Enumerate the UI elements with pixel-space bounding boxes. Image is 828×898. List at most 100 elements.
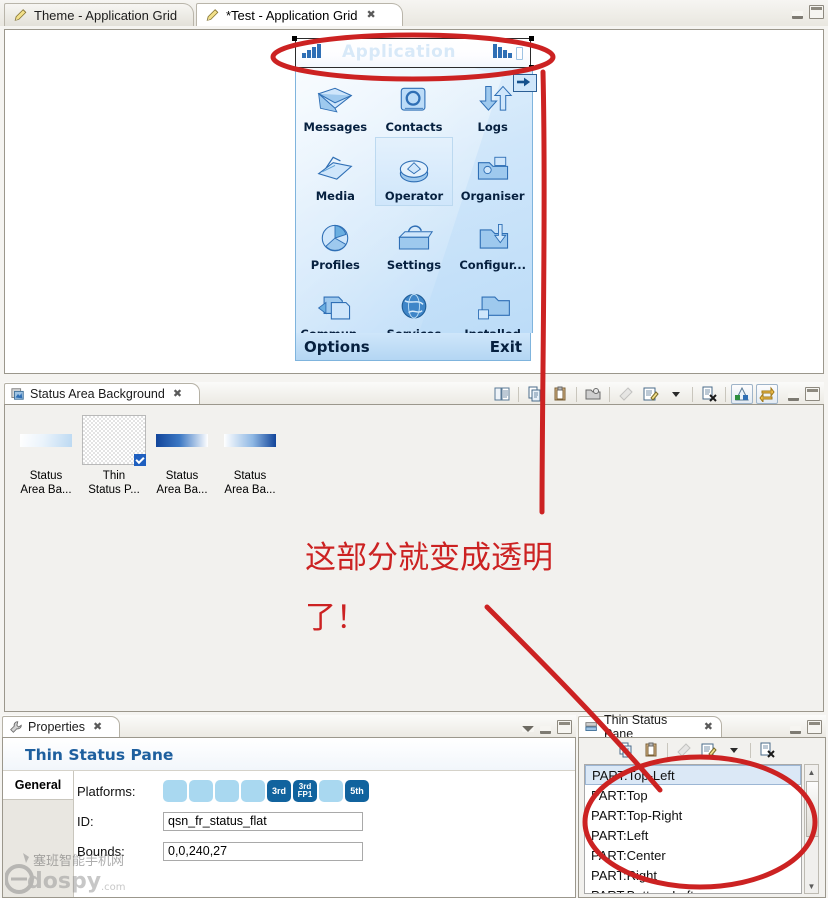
id-field[interactable]: qsn_fr_status_flat (163, 811, 363, 831)
copy-icon[interactable] (524, 384, 546, 404)
close-icon[interactable]: ✖ (93, 721, 102, 733)
properties-tab-row: Properties ✖ (2, 715, 576, 737)
vertical-scrollbar[interactable]: ▲ ▼ (804, 764, 819, 894)
grid-item-communication[interactable]: Commun... (296, 275, 375, 333)
paste-icon[interactable] (549, 384, 571, 404)
platform-badge-3rd[interactable]: 3rd (267, 780, 291, 802)
view-menu-button[interactable] (522, 725, 534, 732)
grid-cells: Messages Contacts Logs Media Operator Or… (296, 68, 532, 333)
platform-badge-5th[interactable]: 5th (345, 780, 369, 802)
editor-tab-theme[interactable]: Theme - Application Grid (4, 3, 194, 26)
platform-badge[interactable] (241, 780, 265, 802)
list-item[interactable]: PART:Top-Right (585, 805, 801, 825)
image-stack-icon (11, 388, 24, 400)
grid-item-contacts[interactable]: Contacts (375, 68, 454, 137)
checkbox-checked-icon[interactable] (134, 454, 146, 466)
platform-badge[interactable] (215, 780, 239, 802)
thumbnail-label: Thin Status P... (88, 470, 140, 497)
battery-icon (516, 47, 523, 60)
thumbnail-item[interactable]: Status Area Ba... (217, 415, 283, 498)
grid-item-installed[interactable]: Installed (453, 275, 532, 333)
scroll-down-icon[interactable]: ▼ (805, 879, 818, 893)
copy-icon[interactable] (615, 740, 637, 760)
paste-icon[interactable] (640, 740, 662, 760)
maximize-button[interactable] (805, 386, 820, 401)
dropdown-arrow-icon[interactable] (665, 384, 687, 404)
parts-list[interactable]: PART:Top-Left PART:Top PART:Top-Right PA… (584, 764, 802, 894)
platform-badge[interactable] (189, 780, 213, 802)
close-icon[interactable]: ✖ (367, 9, 376, 21)
grid-item-messages[interactable]: Messages (296, 68, 375, 137)
selection-handle-tr[interactable] (529, 36, 534, 41)
remove-image-icon[interactable] (698, 384, 720, 404)
close-icon[interactable]: ✖ (704, 721, 713, 733)
list-item[interactable]: PART:Center (585, 845, 801, 865)
scroll-indicator-badge (513, 74, 537, 92)
grid-item-organiser[interactable]: Organiser (453, 137, 532, 206)
list-view-icon[interactable] (491, 384, 513, 404)
toolbar-separator (609, 386, 610, 402)
tab-status-area-background[interactable]: Status Area Background ✖ (4, 383, 200, 404)
arrow-right-icon (517, 77, 531, 87)
color-tool-icon[interactable] (731, 384, 753, 404)
softkey-left-label[interactable]: Options (304, 338, 370, 356)
platform-badge[interactable] (163, 780, 187, 802)
svg-text:塞班智能手机网: 塞班智能手机网 (33, 853, 124, 869)
thin-status-pane-view: Thin Status Pane ✖ PART:Top-Left PART:To… (578, 713, 826, 898)
list-item[interactable]: PART:Top (585, 785, 801, 805)
properties-title: Thin Status Pane (25, 746, 174, 764)
bounds-field[interactable]: 0,0,240,27 (163, 841, 363, 861)
list-splitter[interactable] (584, 758, 802, 763)
sync-icon[interactable] (756, 384, 778, 404)
edit-icon[interactable] (640, 384, 662, 404)
scrollbar-thumb[interactable] (806, 781, 819, 837)
media-icon (317, 156, 353, 181)
softkey-right-label[interactable]: Exit (490, 338, 522, 356)
tab-properties[interactable]: Properties ✖ (2, 716, 120, 737)
platform-badge[interactable] (319, 780, 343, 802)
list-item[interactable]: PART:Left (585, 825, 801, 845)
grid-item-media[interactable]: Media (296, 137, 375, 206)
editor-tab-test[interactable]: *Test - Application Grid ✖ (196, 3, 403, 26)
minimize-button[interactable] (540, 726, 551, 734)
dropdown-arrow-icon[interactable] (723, 740, 745, 760)
tab-thin-status-pane[interactable]: Thin Status Pane ✖ (578, 713, 722, 741)
dospy-logo-icon: 塞班智能手机网 dospy .com (4, 853, 126, 894)
signal-bars-icon (302, 44, 321, 58)
minimize-button[interactable] (790, 726, 801, 734)
grid-item-configuration[interactable]: Configur... (453, 206, 532, 275)
minimize-button[interactable] (792, 11, 803, 19)
organiser-icon (477, 157, 508, 180)
thin-status-pane-tab-row: Thin Status Pane ✖ (578, 713, 826, 741)
thumbnail-item-selected[interactable]: Thin Status P... (81, 415, 147, 498)
grid-item-services[interactable]: Services (375, 275, 454, 333)
open-folder-icon[interactable] (582, 384, 604, 404)
grid-item-operator[interactable]: Operator (374, 137, 454, 206)
thumbnail-item[interactable]: Status Area Ba... (149, 415, 215, 498)
remove-image-icon[interactable] (756, 740, 778, 760)
selection-handle-tl[interactable] (292, 36, 297, 41)
platform-badge-3rd-fp1[interactable]: 3rd FP1 (293, 780, 317, 802)
close-icon[interactable]: ✖ (173, 388, 182, 400)
scroll-up-icon[interactable]: ▲ (805, 765, 818, 779)
maximize-button[interactable] (809, 4, 824, 19)
envelope-icon (317, 88, 353, 113)
phone-application-grid: Messages Contacts Logs Media Operator Or… (295, 68, 533, 333)
maximize-button[interactable] (807, 719, 822, 734)
maximize-button[interactable] (557, 719, 572, 734)
minimize-button[interactable] (788, 393, 799, 401)
services-globe-icon (401, 294, 427, 319)
grid-item-profiles[interactable]: Profiles (296, 206, 375, 275)
list-item[interactable]: PART:Right (585, 865, 801, 885)
thumbnail-label: Status Area Ba... (20, 470, 72, 497)
tab-general[interactable]: General (3, 771, 73, 800)
grid-item-settings[interactable]: Settings (375, 206, 454, 275)
phone-status-pane[interactable]: Application (295, 38, 531, 68)
grid-item-label: Profiles (310, 258, 360, 273)
status-area-toolbar (491, 384, 778, 404)
list-item[interactable]: PART:Bottom-Left (585, 885, 801, 894)
thumbnail-item[interactable]: Status Area Ba... (13, 415, 79, 498)
edit-icon[interactable] (698, 740, 720, 760)
theme-preview-canvas[interactable]: Application Messages Contacts Logs Media… (4, 29, 824, 374)
list-item[interactable]: PART:Top-Left (585, 765, 801, 785)
